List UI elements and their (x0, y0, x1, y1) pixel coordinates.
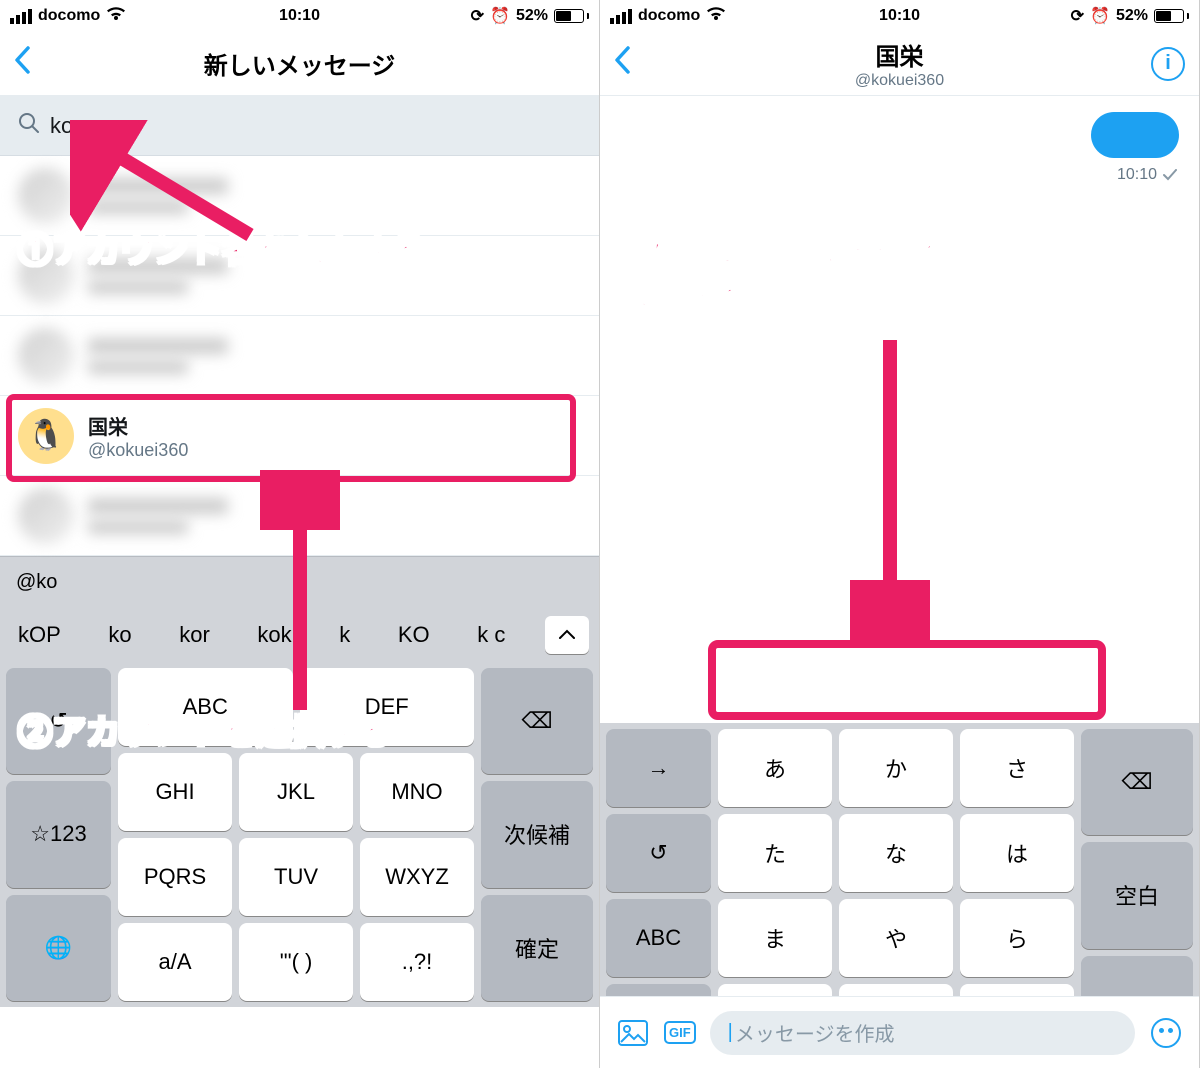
back-button[interactable] (14, 46, 30, 82)
clock: 10:10 (879, 7, 920, 25)
keyboard-candidates[interactable]: kOP ko kor kok k KO k c (0, 608, 599, 662)
keyboard[interactable]: ↺ ☆123 🌐 ABC DEF GHI JKL MNO PQRS TUV (0, 662, 599, 1007)
alarm-icon: ⏰ (490, 6, 510, 26)
avatar (18, 488, 74, 544)
key-wxyz[interactable]: WXYZ (360, 838, 474, 916)
candidate[interactable]: ko (100, 622, 139, 648)
nav-bar: 国栄 @kokuei360 i (600, 32, 1199, 96)
key-ma[interactable]: ま (718, 899, 832, 977)
emoji-button[interactable] (1149, 1016, 1183, 1050)
key-a[interactable]: あ (718, 729, 832, 807)
sent-message-bubble[interactable] (1091, 112, 1179, 158)
key-tuv[interactable]: TUV (239, 838, 353, 916)
nav-bar: 新しいメッセージ (0, 32, 599, 96)
photo-icon[interactable] (616, 1016, 650, 1050)
list-item-kokuei[interactable]: 🐧 国栄 @kokuei360 (0, 396, 599, 476)
key-space[interactable]: 空白 (1081, 842, 1193, 948)
list-item[interactable] (0, 156, 599, 236)
candidate[interactable]: k c (469, 622, 513, 648)
key-ka[interactable]: か (839, 729, 953, 807)
page-title: 新しいメッセージ (204, 46, 396, 81)
status-bar: docomo 10:10 ⟳ ⏰ 52% (600, 0, 1199, 32)
key-aA[interactable]: a/A (118, 923, 232, 1001)
avatar (18, 328, 74, 384)
carrier-label: docomo (38, 7, 100, 25)
compose-input[interactable]: | メッセージを作成 (710, 1011, 1135, 1055)
left-screenshot: docomo 10:10 ⟳ ⏰ 52% 新しいメッセージ (0, 0, 600, 1068)
info-button[interactable]: i (1151, 47, 1185, 81)
battery-icon (554, 9, 589, 23)
key-confirm[interactable]: 確定 (481, 895, 593, 1001)
list-item[interactable] (0, 476, 599, 556)
carrier-label: docomo (638, 7, 700, 25)
key-delete[interactable]: ⌫ (481, 668, 593, 774)
candidate[interactable]: kOP (10, 622, 69, 648)
clock: 10:10 (279, 7, 320, 25)
list-item[interactable] (0, 236, 599, 316)
delivered-check-icon (1163, 169, 1177, 181)
key-def[interactable]: DEF (300, 668, 475, 746)
key-pqrs[interactable]: PQRS (118, 838, 232, 916)
key-ra[interactable]: ら (960, 899, 1074, 977)
gif-icon[interactable]: GIF (664, 1021, 696, 1044)
signal-bars-icon (610, 9, 632, 24)
key-star123[interactable]: ☆123 (6, 781, 111, 887)
key-quote[interactable]: '"( ) (239, 923, 353, 1001)
candidate[interactable]: kok (249, 622, 299, 648)
conversation-handle: @kokuei360 (855, 72, 944, 90)
list-item[interactable] (0, 316, 599, 396)
conversation-area[interactable]: 10:10 (600, 96, 1199, 576)
key-ghi[interactable]: GHI (118, 753, 232, 831)
search-results: 🐧 国栄 @kokuei360 (0, 156, 599, 556)
key-abc[interactable]: ABC (118, 668, 293, 746)
search-input[interactable] (50, 113, 581, 139)
key-jkl[interactable]: JKL (239, 753, 353, 831)
compose-placeholder: メッセージを作成 (735, 1018, 895, 1047)
search-row[interactable] (0, 96, 599, 156)
status-bar: docomo 10:10 ⟳ ⏰ 52% (0, 0, 599, 32)
expand-candidates-button[interactable] (545, 616, 589, 654)
key-punct[interactable]: .,?! (360, 923, 474, 1001)
key-abc[interactable]: ABC (606, 899, 711, 977)
search-icon (18, 112, 40, 140)
signal-bars-icon (10, 9, 32, 24)
battery-pct: 52% (1116, 7, 1148, 25)
keyboard-suggestion-line[interactable]: @ko (0, 556, 599, 608)
avatar (18, 168, 74, 224)
key-globe[interactable]: 🌐 (6, 895, 111, 1001)
key-mno[interactable]: MNO (360, 753, 474, 831)
compose-bar: GIF | メッセージを作成 (600, 996, 1199, 1068)
key-arrow[interactable]: → (606, 729, 711, 807)
alarm-icon: ⏰ (1090, 6, 1110, 26)
key-undo[interactable]: ↺ (6, 668, 111, 774)
key-next-candidate[interactable]: 次候補 (481, 781, 593, 887)
key-sa[interactable]: さ (960, 729, 1074, 807)
key-delete[interactable]: ⌫ (1081, 729, 1193, 835)
avatar: 🐧 (18, 408, 74, 464)
result-name: 国栄 (88, 411, 188, 440)
battery-icon (1154, 9, 1189, 23)
candidate[interactable]: k (331, 622, 358, 648)
key-undo[interactable]: ↺ (606, 814, 711, 892)
candidate[interactable]: kor (171, 622, 218, 648)
annotation-highlight-compose (708, 640, 1106, 720)
orientation-lock-icon: ⟳ (1071, 6, 1084, 26)
result-handle: @kokuei360 (88, 440, 188, 461)
key-ya[interactable]: や (839, 899, 953, 977)
right-screenshot: docomo 10:10 ⟳ ⏰ 52% 国栄 @kokuei360 i 10:… (600, 0, 1200, 1068)
key-ta[interactable]: た (718, 814, 832, 892)
conversation-title: 国栄 (855, 37, 944, 72)
key-na[interactable]: な (839, 814, 953, 892)
avatar (18, 248, 74, 304)
wifi-icon (706, 6, 726, 27)
suggestion-text: @ko (16, 571, 57, 594)
message-timestamp: 10:10 (1117, 166, 1177, 184)
candidate[interactable]: KO (390, 622, 438, 648)
key-ha[interactable]: は (960, 814, 1074, 892)
battery-pct: 52% (516, 7, 548, 25)
orientation-lock-icon: ⟳ (471, 6, 484, 26)
back-button[interactable] (614, 46, 630, 82)
wifi-icon (106, 6, 126, 27)
